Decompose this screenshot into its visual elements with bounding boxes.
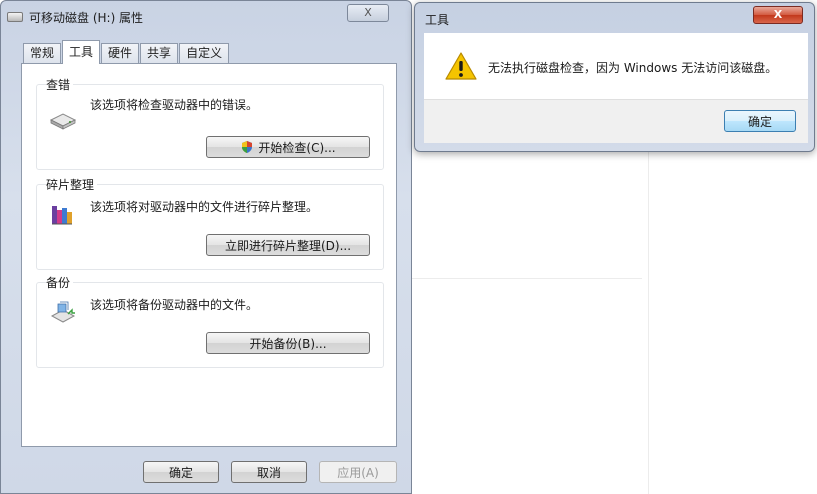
defrag-description: 该选项将对驱动器中的文件进行碎片整理。 <box>90 200 319 214</box>
properties-window: 可移动磁盘 (H:) 属性 X 常规 工具 硬件 共享 自定义 查错 该选项将检… <box>0 0 412 494</box>
error-check-description: 该选项将检查驱动器中的错误。 <box>90 98 259 112</box>
background-divider-vertical <box>648 150 649 494</box>
tab-general[interactable]: 常规 <box>23 43 62 63</box>
drive-icon <box>49 113 77 130</box>
backup-description: 该选项将备份驱动器中的文件。 <box>90 298 259 312</box>
defrag-now-button[interactable]: 立即进行碎片整理(D)... <box>206 234 370 256</box>
tools-message-box: 工具 X 无法执行磁盘检查，因为 Windows 无法访问该磁盘。 确定 <box>414 2 815 152</box>
message-box-text: 无法执行磁盘检查，因为 Windows 无法访问该磁盘。 <box>488 61 778 75</box>
properties-close-button[interactable]: X <box>347 4 389 22</box>
defrag-group <box>36 184 384 270</box>
removable-drive-icon <box>7 12 23 22</box>
defrag-label: 碎片整理 <box>46 176 98 193</box>
uac-shield-icon <box>242 141 253 153</box>
tab-tools[interactable]: 工具 <box>62 40 101 64</box>
backup-group <box>36 282 384 368</box>
ok-button[interactable]: 确定 <box>143 461 219 483</box>
message-box-close-button[interactable]: X <box>753 6 803 24</box>
backup-icon <box>50 301 76 323</box>
tools-tab-panel: 查错 该选项将检查驱动器中的错误。 开始检查(C)... 碎片整理 该选项将对驱… <box>21 63 397 447</box>
defrag-now-label: 立即进行碎片整理(D)... <box>224 238 352 253</box>
apply-button[interactable]: 应用(A) <box>319 461 397 483</box>
message-box-footer: 确定 <box>424 99 808 143</box>
check-now-label: 开始检查(C)... <box>258 140 336 155</box>
tab-hardware[interactable]: 硬件 <box>101 43 140 63</box>
message-box-title: 工具 <box>425 13 450 27</box>
error-check-label: 查错 <box>46 76 74 93</box>
backup-now-label: 开始备份(B)... <box>249 336 327 351</box>
defrag-icon <box>52 206 72 225</box>
message-box-body: 无法执行磁盘检查，因为 Windows 无法访问该磁盘。 <box>424 33 808 99</box>
check-now-button[interactable]: 开始检查(C)... <box>206 136 370 158</box>
properties-title: 可移动磁盘 (H:) 属性 <box>29 10 144 25</box>
background-divider-horizontal <box>412 278 642 279</box>
tab-customize[interactable]: 自定义 <box>179 43 230 63</box>
backup-now-button[interactable]: 开始备份(B)... <box>206 332 370 354</box>
properties-title-bar: 可移动磁盘 (H:) 属性 <box>7 7 347 27</box>
message-ok-button[interactable]: 确定 <box>724 110 796 132</box>
warning-icon <box>445 52 477 80</box>
backup-label: 备份 <box>46 274 74 291</box>
properties-tabstrip: 常规 工具 硬件 共享 自定义 <box>23 40 230 64</box>
cancel-button[interactable]: 取消 <box>231 461 307 483</box>
tab-sharing[interactable]: 共享 <box>140 43 179 63</box>
